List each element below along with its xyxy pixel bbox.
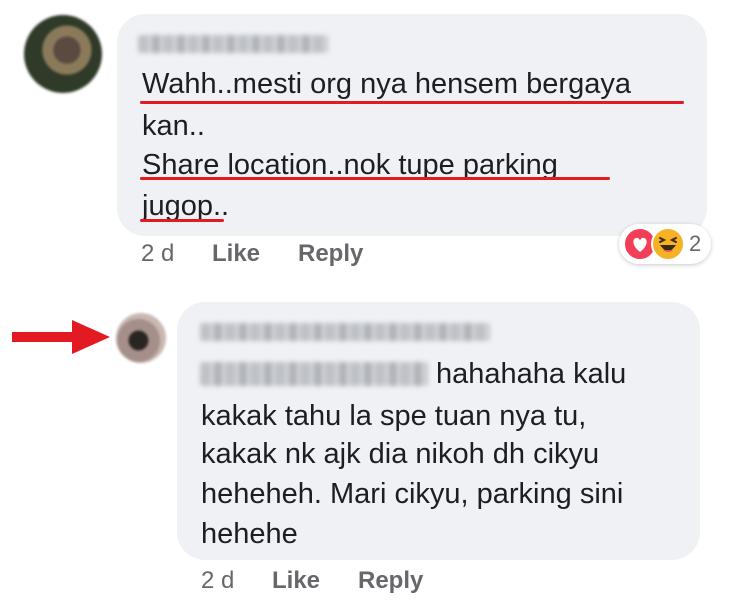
red-underline-annotation (140, 177, 610, 180)
commenter-avatar[interactable] (24, 15, 102, 93)
haha-icon (651, 227, 685, 261)
comment-text-line: Wahh..mesti org nya hensem bergaya (142, 68, 631, 100)
comment-text-line: kan.. (142, 110, 205, 142)
reply-text-line: hahahaha kalu (436, 358, 627, 390)
red-underline-annotation (140, 219, 224, 222)
reactions-summary[interactable]: 2 (619, 224, 711, 264)
comment-text-line: Share location..nok tupe parking (142, 149, 558, 181)
comment-timestamp[interactable]: 2 d (141, 240, 174, 268)
like-button[interactable]: Like (272, 567, 320, 595)
commenter-name-blurred[interactable] (138, 35, 328, 53)
replier-avatar[interactable] (116, 313, 166, 363)
reply-text-line: kakak nk ajk dia nikoh dh cikyu (201, 438, 600, 470)
red-arrow-annotation (12, 320, 110, 354)
like-button[interactable]: Like (212, 240, 260, 268)
reply-text-line: heheheh. Mari cikyu, parking sini (201, 478, 624, 510)
reply-timestamp[interactable]: 2 d (201, 567, 234, 595)
reply-text-line: hehehe (201, 518, 298, 550)
red-underline-annotation (140, 101, 684, 104)
reply-button[interactable]: Reply (298, 240, 363, 268)
mentioned-user-tag-blurred[interactable] (200, 362, 428, 386)
reply-button[interactable]: Reply (358, 567, 423, 595)
reaction-count: 2 (689, 231, 702, 256)
replier-name-blurred[interactable] (200, 323, 490, 341)
